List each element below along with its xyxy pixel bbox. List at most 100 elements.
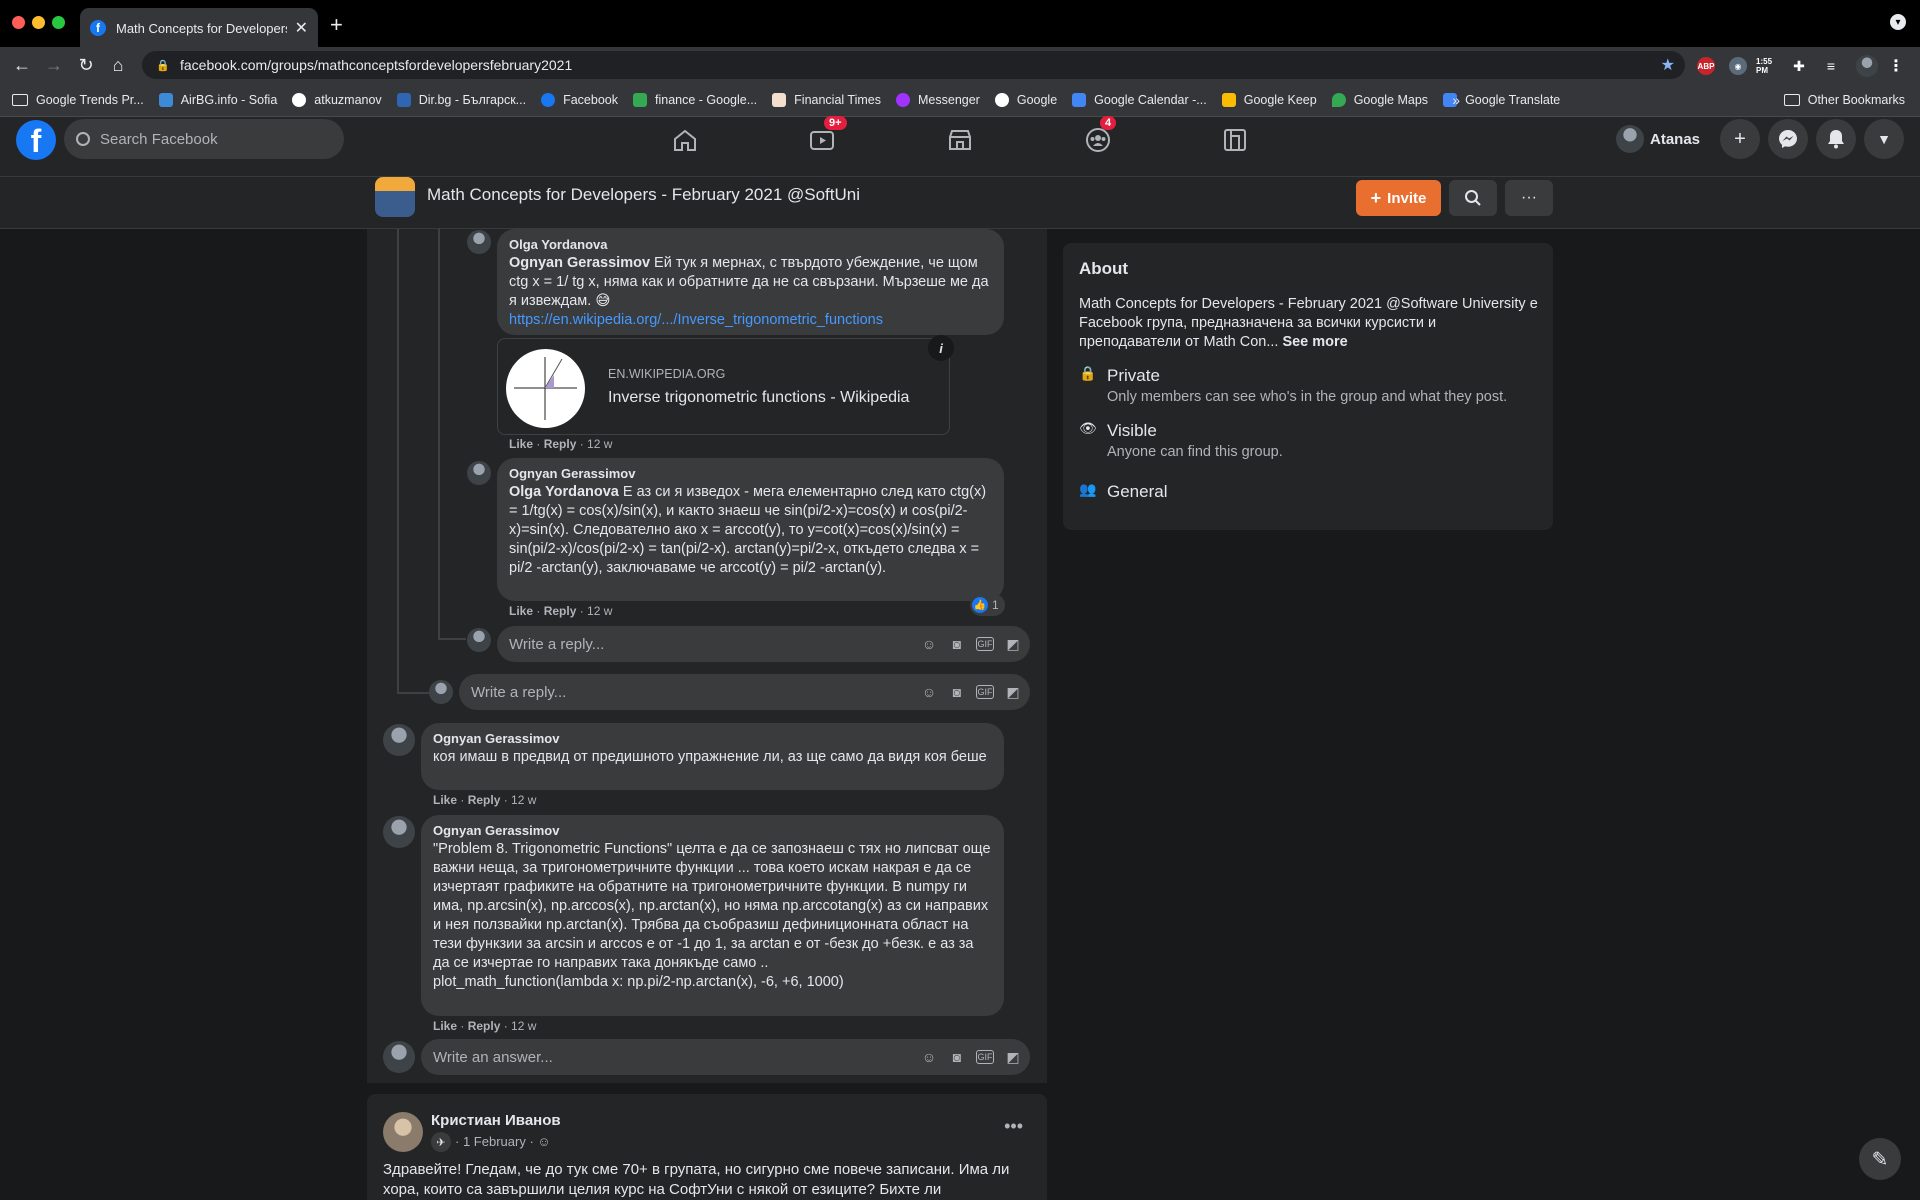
like-link[interactable]: Like <box>433 1019 457 1033</box>
comment-author[interactable]: Ognyan Gerassimov <box>433 731 992 747</box>
camera-icon[interactable]: ◙ <box>948 635 966 653</box>
profile-button[interactable]: Atanas <box>1616 123 1700 155</box>
member-badge-icon[interactable]: ✈ <box>431 1132 451 1152</box>
answer-input[interactable]: Write an answer... ☺ ◙ GIF ◩ <box>421 1039 1030 1075</box>
avatar[interactable] <box>383 1112 423 1152</box>
post-date[interactable]: 1 February <box>463 1134 526 1149</box>
messenger-icon <box>1779 130 1797 148</box>
reply-placeholder: Write a reply... <box>509 635 605 653</box>
sticker-icon[interactable]: ◩ <box>1004 1048 1022 1066</box>
gif-icon[interactable]: GIF <box>976 1050 994 1064</box>
address-bar[interactable]: 🔒 facebook.com/groups/mathconceptsfordev… <box>142 51 1685 79</box>
bookmark-item[interactable]: Facebook <box>541 93 618 107</box>
see-more-link[interactable]: See more <box>1282 334 1347 350</box>
avatar[interactable] <box>383 816 415 848</box>
reactions-badge[interactable]: 👍 1 <box>970 594 1005 616</box>
bookmark-item[interactable]: Google <box>994 93 1057 107</box>
close-window-button[interactable] <box>12 16 25 29</box>
group-search-button[interactable] <box>1449 180 1497 216</box>
back-button[interactable]: ← <box>10 53 34 77</box>
emoji-icon[interactable]: ☺ <box>920 1048 938 1066</box>
avatar[interactable] <box>383 724 415 756</box>
search-input[interactable]: Search Facebook <box>64 119 344 159</box>
emoji-icon[interactable]: ☺ <box>920 683 938 701</box>
zoom-window-button[interactable] <box>52 16 65 29</box>
gif-icon[interactable]: GIF <box>976 685 994 699</box>
marketplace-nav-icon[interactable] <box>940 122 980 158</box>
wikipedia-link[interactable]: https://en.wikipedia.org/.../Inverse_tri… <box>509 312 883 328</box>
chrome-menu-icon[interactable]: ⋮ <box>1887 57 1905 75</box>
more-bookmarks-button[interactable]: » <box>1452 92 1460 108</box>
reply-input[interactable]: Write a reply... ☺ ◙ GIF ◩ <box>497 626 1030 662</box>
mention-link[interactable]: Olga Yordanova <box>509 484 619 500</box>
new-message-button[interactable]: ✎ <box>1859 1138 1901 1180</box>
post-author[interactable]: Кристиан Иванов <box>431 1112 561 1129</box>
facebook-logo-icon[interactable]: f <box>16 120 56 160</box>
group-more-button[interactable]: ··· <box>1505 180 1553 216</box>
tab-search-icon[interactable]: ▾ <box>1890 14 1906 30</box>
camera-icon[interactable]: ◙ <box>948 683 966 701</box>
bookmark-item[interactable]: Google Trends Pr... <box>12 93 144 107</box>
forward-button[interactable]: → <box>42 53 66 77</box>
close-tab-icon[interactable]: ✕ <box>295 18 308 38</box>
like-link[interactable]: Like <box>509 437 533 451</box>
bookmark-label: Google Translate <box>1465 93 1561 107</box>
browser-tab[interactable]: f Math Concepts for Developers ✕ <box>80 8 318 48</box>
minimize-window-button[interactable] <box>32 16 45 29</box>
mention-link[interactable]: Ognyan Gerassimov <box>509 255 650 271</box>
bookmark-item[interactable]: Dir.bg - Българск... <box>396 93 526 107</box>
extension-icon[interactable]: ◉ <box>1729 57 1747 75</box>
emoji-icon[interactable]: ☺ <box>920 635 938 653</box>
messenger-button[interactable] <box>1768 119 1808 159</box>
sticker-icon[interactable]: ◩ <box>1004 635 1022 653</box>
sticker-icon[interactable]: ◩ <box>1004 683 1022 701</box>
avatar[interactable] <box>467 230 491 254</box>
reply-link[interactable]: Reply <box>468 1019 501 1033</box>
camera-icon[interactable]: ◙ <box>948 1048 966 1066</box>
info-icon[interactable]: i <box>928 335 954 361</box>
group-logo[interactable] <box>375 177 415 217</box>
chrome-profile-avatar[interactable] <box>1856 55 1878 77</box>
reply-link[interactable]: Reply <box>544 604 577 618</box>
reading-list-icon[interactable]: ≡ <box>1822 57 1840 75</box>
other-bookmarks[interactable]: Other Bookmarks <box>1783 93 1905 107</box>
gif-icon[interactable]: GIF <box>976 637 994 651</box>
bookmark-item[interactable]: Google Keep <box>1221 93 1317 107</box>
notifications-button[interactable] <box>1816 119 1856 159</box>
reply-link[interactable]: Reply <box>544 437 577 451</box>
like-link[interactable]: Like <box>433 793 457 807</box>
watch-nav-icon[interactable]: 9+ <box>802 116 847 158</box>
gaming-nav-icon[interactable] <box>1215 122 1255 158</box>
groups-nav-icon[interactable]: 4 <box>1078 116 1118 158</box>
group-title[interactable]: Math Concepts for Developers - February … <box>427 185 860 205</box>
home-button[interactable]: ⌂ <box>106 53 130 77</box>
bookmark-item[interactable]: Google Calendar -... <box>1072 93 1207 107</box>
adblock-extension-icon[interactable]: ABP <box>1697 57 1715 75</box>
avatar[interactable] <box>467 461 491 485</box>
puzzle-extensions-icon[interactable]: ✚ <box>1790 57 1808 75</box>
bookmark-item[interactable]: Messenger <box>896 93 980 107</box>
comment-author[interactable]: Ognyan Gerassimov <box>509 466 992 482</box>
account-menu-button[interactable]: ▼ <box>1864 119 1904 159</box>
reload-button[interactable]: ↻ <box>74 53 98 77</box>
post-options-icon[interactable]: ••• <box>1004 1116 1023 1137</box>
create-button[interactable]: + <box>1720 119 1760 159</box>
bookmark-item[interactable]: AirBG.info - Sofia <box>158 93 277 107</box>
reply-link[interactable]: Reply <box>468 793 501 807</box>
reply-input[interactable]: Write a reply... ☺ ◙ GIF ◩ <box>459 674 1030 710</box>
comment-ognyan-1: Ognyan Gerassimov Olga Yordanova Е аз си… <box>497 458 1004 601</box>
bookmark-item[interactable]: Google Translate <box>1443 93 1560 107</box>
bookmark-item[interactable]: finance - Google... <box>633 93 757 107</box>
comment-author[interactable]: Ognyan Gerassimov <box>433 823 992 839</box>
bookmark-item[interactable]: Financial Times <box>772 93 881 107</box>
maps-icon <box>1331 93 1346 107</box>
bookmark-item[interactable]: atkuzmanov <box>292 93 382 107</box>
new-tab-button[interactable]: + <box>330 12 343 38</box>
comment-author[interactable]: Olga Yordanova <box>509 237 992 253</box>
home-nav-icon[interactable] <box>665 122 705 158</box>
invite-button[interactable]: + Invite <box>1356 180 1441 216</box>
bookmark-star-icon[interactable]: ★ <box>1661 55 1675 75</box>
like-link[interactable]: Like <box>509 604 533 618</box>
bookmark-item[interactable]: Google Maps <box>1331 93 1428 107</box>
clock-extension[interactable]: 1:55 PM <box>1756 57 1782 75</box>
